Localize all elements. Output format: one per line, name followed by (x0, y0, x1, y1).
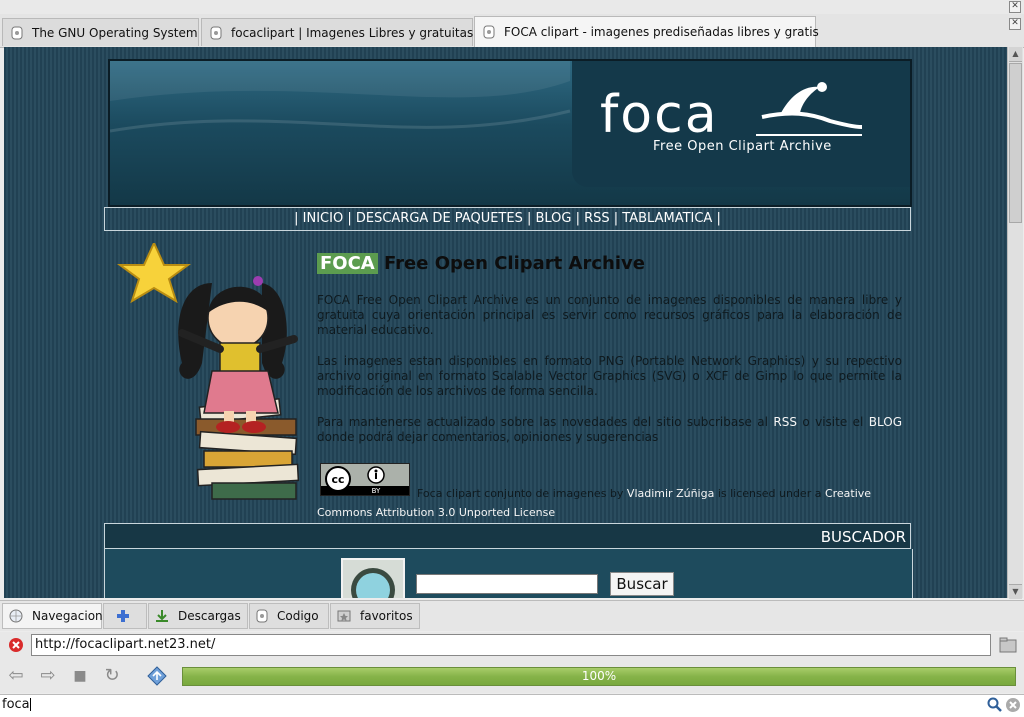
site-logo-subtitle: Free Open Clipart Archive (653, 139, 832, 154)
title-tag: FOCA (317, 253, 378, 274)
tab-label: The GNU Operating System (32, 25, 198, 40)
girl-with-star-clipart (112, 240, 312, 513)
find-input[interactable]: foca (2, 697, 31, 712)
page-viewport: foca Free Open Clipart Archive | INICIO … (4, 47, 1007, 598)
author-link[interactable]: Vladimir Zúñiga (627, 487, 714, 500)
intro-paragraph: FOCA Free Open Clipart Archive es un con… (317, 293, 902, 337)
page-icon (210, 26, 222, 40)
formats-paragraph: Las imagenes estan disponibles en format… (317, 354, 902, 398)
rss-link[interactable]: RSS (773, 415, 797, 429)
search-section-header: BUSCADOR (104, 523, 911, 549)
find-input-text: foca (2, 697, 30, 712)
seal-logo-icon (756, 82, 863, 136)
close-tab-icon[interactable]: ✕ (1009, 18, 1021, 30)
reload-icon[interactable]: ↻ (101, 665, 123, 687)
back-icon[interactable]: ⇦ (5, 665, 27, 687)
scroll-thumb[interactable] (1009, 63, 1022, 223)
tab-foca-clipart-active[interactable]: FOCA clipart - imagenes prediseñadas lib… (474, 16, 819, 47)
sidebar-tab-navegacion[interactable]: Navegacion (2, 603, 103, 629)
license-prefix: Foca clipart conjunto de imagenes by (417, 487, 627, 500)
site-nav[interactable]: | INICIO | DESCARGA DE PAQUETES | BLOG |… (104, 207, 911, 231)
plus-icon (116, 609, 130, 623)
license-mid: is licensed under a (714, 487, 825, 500)
open-location-icon[interactable] (999, 637, 1017, 653)
updates-paragraph: Para mantenerse actualizado sobre las no… (317, 415, 902, 445)
tab-bar: The GNU Operating System focaclipart | I… (0, 14, 1024, 48)
tab-gnu[interactable]: The GNU Operating System (2, 18, 199, 46)
forward-icon[interactable]: ⇨ (37, 665, 59, 687)
sidebar-tab-label: Navegacion (32, 609, 103, 623)
text-cursor (29, 698, 31, 711)
page-icon (256, 609, 268, 623)
sidebar-tab-codigo[interactable]: Codigo (249, 603, 329, 629)
download-icon (155, 609, 169, 623)
clear-find-icon[interactable] (1005, 697, 1021, 713)
site-search-input[interactable] (416, 574, 598, 594)
updates-text: Para mantenerse actualizado sobre las no… (317, 415, 774, 429)
magnifier-clipart (341, 558, 405, 598)
sidebar-tab-descargas[interactable]: Descargas (148, 603, 248, 629)
updates-text: donde podrá dejar comentarios, opiniones… (317, 430, 659, 444)
page-icon (11, 26, 23, 40)
page-title: FOCA Free Open Clipart Archive (317, 253, 645, 274)
blog-link[interactable]: BLOG (869, 415, 902, 429)
site-banner: foca Free Open Clipart Archive (108, 59, 912, 207)
license-text: Foca clipart conjunto de imagenes by Vla… (317, 484, 902, 522)
stop-error-icon[interactable] (8, 637, 24, 653)
home-icon[interactable] (147, 666, 167, 686)
updates-text: o visite el (796, 415, 869, 429)
load-progress-bar: 100% (182, 667, 1016, 686)
sidebar-tab-add[interactable] (103, 603, 147, 629)
globe-icon (9, 609, 23, 623)
window-close-icon[interactable]: ✕ (1009, 1, 1021, 13)
title-text: Free Open Clipart Archive (377, 253, 645, 274)
tab-label: focaclipart | Imagenes Libres y gratuita… (231, 25, 474, 40)
window-top-strip: ✕ (0, 0, 1024, 14)
sidebar-tab-label: Codigo (277, 609, 319, 623)
scroll-up-icon[interactable]: ▲ (1009, 47, 1022, 62)
stop-icon[interactable]: ■ (69, 665, 91, 687)
sidebar-tab-favoritos[interactable]: favoritos (330, 603, 420, 629)
tab-label: FOCA clipart - imagenes prediseñadas lib… (504, 25, 819, 39)
buscar-button[interactable]: Buscar (610, 572, 674, 596)
url-input[interactable]: http://focaclipart.net23.net/ (31, 634, 991, 656)
site-logo[interactable]: foca (600, 85, 719, 145)
sidebar-tab-label: favoritos (360, 609, 413, 623)
find-bar (0, 694, 1024, 717)
tab-focaclipart[interactable]: focaclipart | Imagenes Libres y gratuita… (201, 18, 473, 46)
vertical-scrollbar[interactable]: ▲ ▼ (1007, 47, 1023, 599)
bookmarks-icon (337, 609, 351, 623)
search-icon[interactable] (987, 697, 1003, 713)
sidebar-tab-label: Descargas (178, 609, 241, 623)
page-icon (483, 25, 495, 39)
scroll-down-icon[interactable]: ▼ (1009, 584, 1022, 599)
sidebar-tab-bar: Navegacion Descargas Codigo favoritos (0, 600, 1024, 631)
